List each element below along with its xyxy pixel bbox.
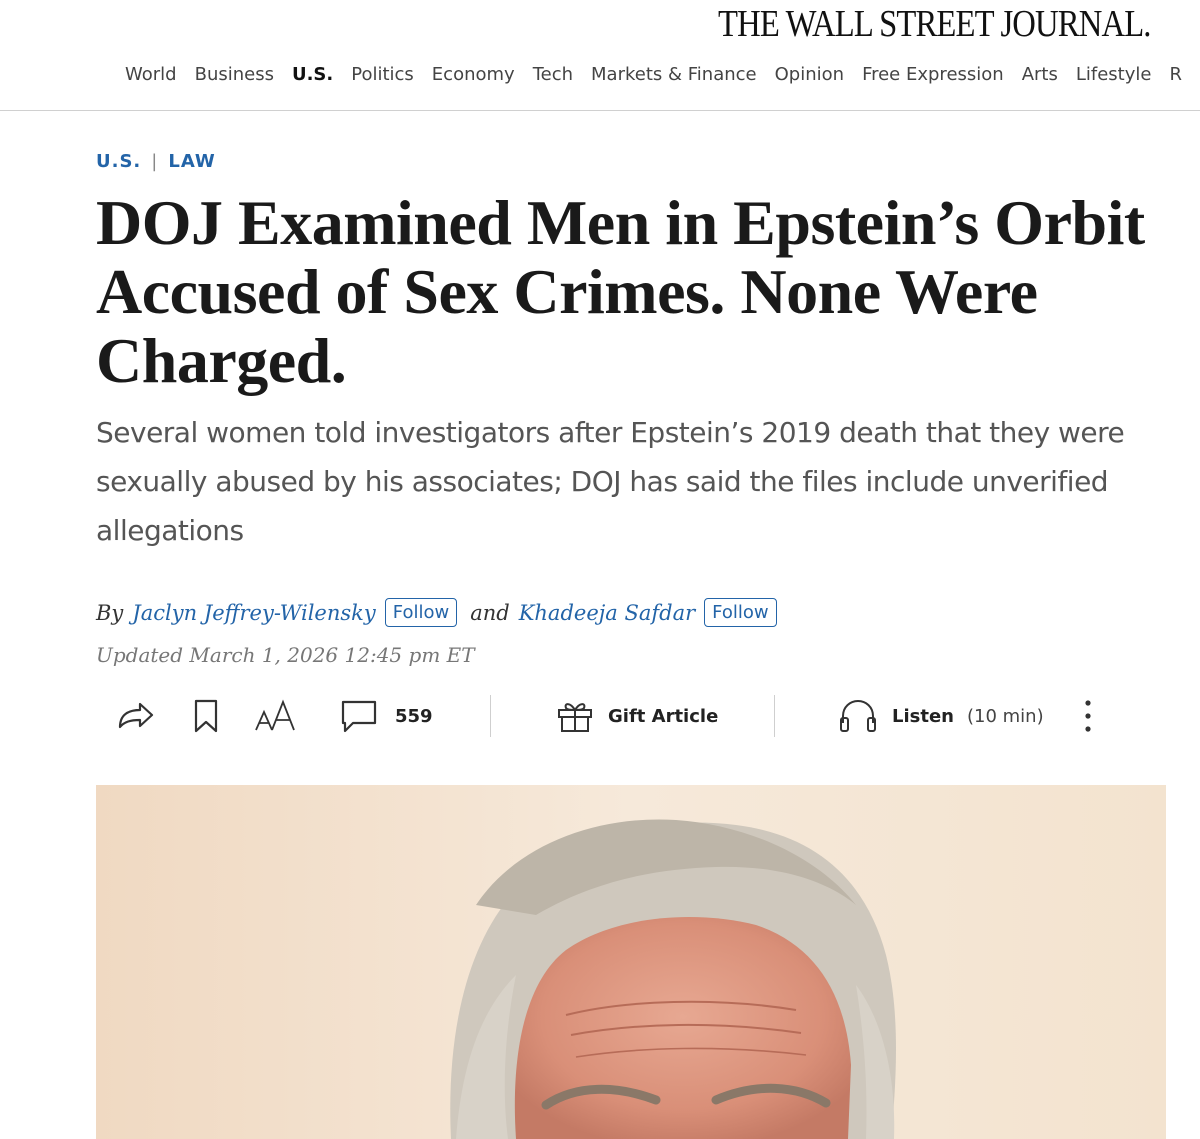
follow-author-2-button[interactable]: Follow	[704, 598, 777, 627]
gift-article-button[interactable]: Gift Article	[556, 693, 718, 739]
nav-item-politics[interactable]: Politics	[351, 64, 414, 85]
gift-article-label: Gift Article	[608, 705, 719, 727]
headphones-icon	[838, 697, 878, 735]
share-icon	[116, 699, 156, 733]
nav-item-free-expression[interactable]: Free Expression	[862, 64, 1004, 85]
gift-icon	[556, 698, 594, 734]
breadcrumb-separator: |	[151, 151, 159, 172]
text-size-icon	[254, 698, 296, 734]
follow-author-1-button[interactable]: Follow	[384, 598, 458, 627]
nav-item-world[interactable]: World	[125, 64, 177, 85]
author-link-2[interactable]: Khadeeja Safdar	[519, 601, 695, 625]
section-nav: World Business U.S. Politics Economy Tec…	[125, 64, 1182, 85]
breadcrumb-section[interactable]: U.S.	[96, 151, 141, 172]
listen-duration: (10 min)	[966, 705, 1044, 727]
save-button[interactable]	[193, 693, 219, 739]
article-toolbar: 559 Gift Article Listen (10 min)	[96, 693, 1106, 739]
nav-item-markets-finance[interactable]: Markets & Finance	[591, 64, 757, 85]
byline-by: By	[96, 600, 124, 625]
nav-item-economy[interactable]: Economy	[432, 64, 515, 85]
comments-button[interactable]: 559	[339, 693, 433, 739]
share-button[interactable]	[116, 693, 156, 739]
nav-item-us[interactable]: U.S.	[292, 64, 333, 85]
breadcrumb-subsection[interactable]: LAW	[168, 151, 215, 172]
breadcrumb: U.S. | LAW	[96, 151, 216, 172]
nav-item-arts[interactable]: Arts	[1022, 64, 1058, 85]
byline-and: and	[470, 600, 510, 625]
toolbar-divider	[774, 695, 775, 737]
bookmark-icon	[193, 698, 219, 734]
listen-button[interactable]: Listen (10 min)	[838, 693, 1044, 739]
portrait-photo	[96, 785, 1166, 1139]
nav-item-truncated[interactable]: R	[1169, 64, 1182, 85]
hero-image	[96, 785, 1166, 1139]
comment-count: 559	[395, 705, 433, 727]
author-link-1[interactable]: Jaclyn Jeffrey-Wilensky	[132, 601, 375, 625]
nav-item-business[interactable]: Business	[195, 64, 274, 85]
comment-icon	[339, 698, 379, 734]
nav-item-opinion[interactable]: Opinion	[775, 64, 844, 85]
toolbar-divider	[490, 695, 491, 737]
updated-timestamp: Updated March 1, 2026 12:45 pm ET	[96, 643, 475, 667]
nav-item-tech[interactable]: Tech	[533, 64, 573, 85]
more-icon	[1081, 696, 1095, 736]
article-headline: DOJ Examined Men in Epstein’s Orbit Accu…	[96, 187, 1145, 396]
nav-item-lifestyle[interactable]: Lifestyle	[1076, 64, 1152, 85]
text-size-button[interactable]	[254, 693, 296, 739]
masthead: THE WALL STREET JOURNAL. World Business …	[0, 0, 1200, 111]
listen-label: Listen	[892, 705, 954, 727]
wsj-logo[interactable]: THE WALL STREET JOURNAL.	[718, 2, 1151, 46]
more-options-button[interactable]	[1081, 693, 1095, 739]
article-dek: Several women told investigators after E…	[96, 416, 1125, 547]
byline: By Jaclyn Jeffrey-Wilensky Follow and Kh…	[96, 598, 777, 627]
